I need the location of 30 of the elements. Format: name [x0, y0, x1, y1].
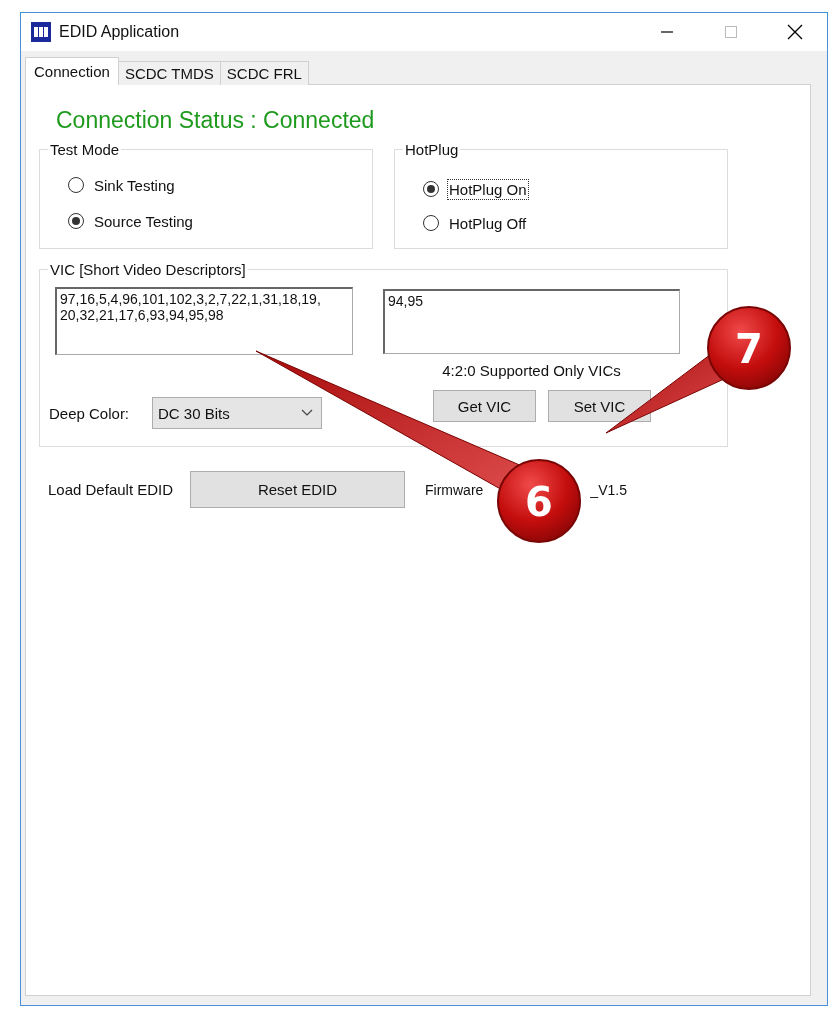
connection-status: Connection Status : Connected	[56, 107, 376, 135]
tab[interactable]: SCDC TMDS	[117, 61, 221, 85]
caret-icon	[301, 409, 313, 417]
group-title: HotPlug	[404, 141, 460, 158]
firmware-text: Firmware	[425, 481, 484, 498]
radio-button[interactable]	[423, 215, 439, 231]
group-title: Test Mode	[49, 141, 121, 158]
deep-color-label: Deep Color:	[49, 404, 131, 422]
reset-edid-button[interactable]: Reset EDID	[190, 471, 405, 508]
yuv420-vic-field[interactable]: 94,95	[383, 289, 680, 354]
tab[interactable]: Connection	[25, 57, 119, 85]
radio-label[interactable]: Sink Testing	[92, 174, 177, 196]
window-title: EDID Application	[59, 23, 180, 41]
close-icon[interactable]	[787, 24, 803, 40]
vic-list-field[interactable]: 97,16,5,4,96,101,102,3,2,7,22,1,31,18,19, 20,32,21,17,6,93,94,95,98	[55, 287, 353, 355]
radio-label[interactable]: Source Testing	[92, 210, 195, 232]
radio-button[interactable]	[68, 177, 84, 193]
radio-button[interactable]	[423, 181, 439, 197]
radio-button[interactable]	[68, 213, 84, 229]
firmware-text: _V1.5	[590, 481, 627, 498]
yuv420-caption: 4:2:0 Supported Only VICs	[442, 362, 621, 379]
group-title: VIC [Short Video Descriptors]	[49, 261, 247, 278]
radio-label[interactable]: HotPlug On	[447, 178, 529, 200]
radio-label[interactable]: HotPlug Off	[447, 212, 529, 234]
tab[interactable]: SCDC FRL	[219, 61, 309, 85]
load-default-label: Load Default EDID	[48, 481, 175, 498]
vic-button[interactable]: Set VIC	[548, 390, 651, 422]
deep-color-dropdown[interactable]: DC 30 Bits	[152, 397, 322, 429]
vic-button[interactable]: Get VIC	[433, 390, 536, 422]
app-logo-icon	[31, 22, 51, 42]
